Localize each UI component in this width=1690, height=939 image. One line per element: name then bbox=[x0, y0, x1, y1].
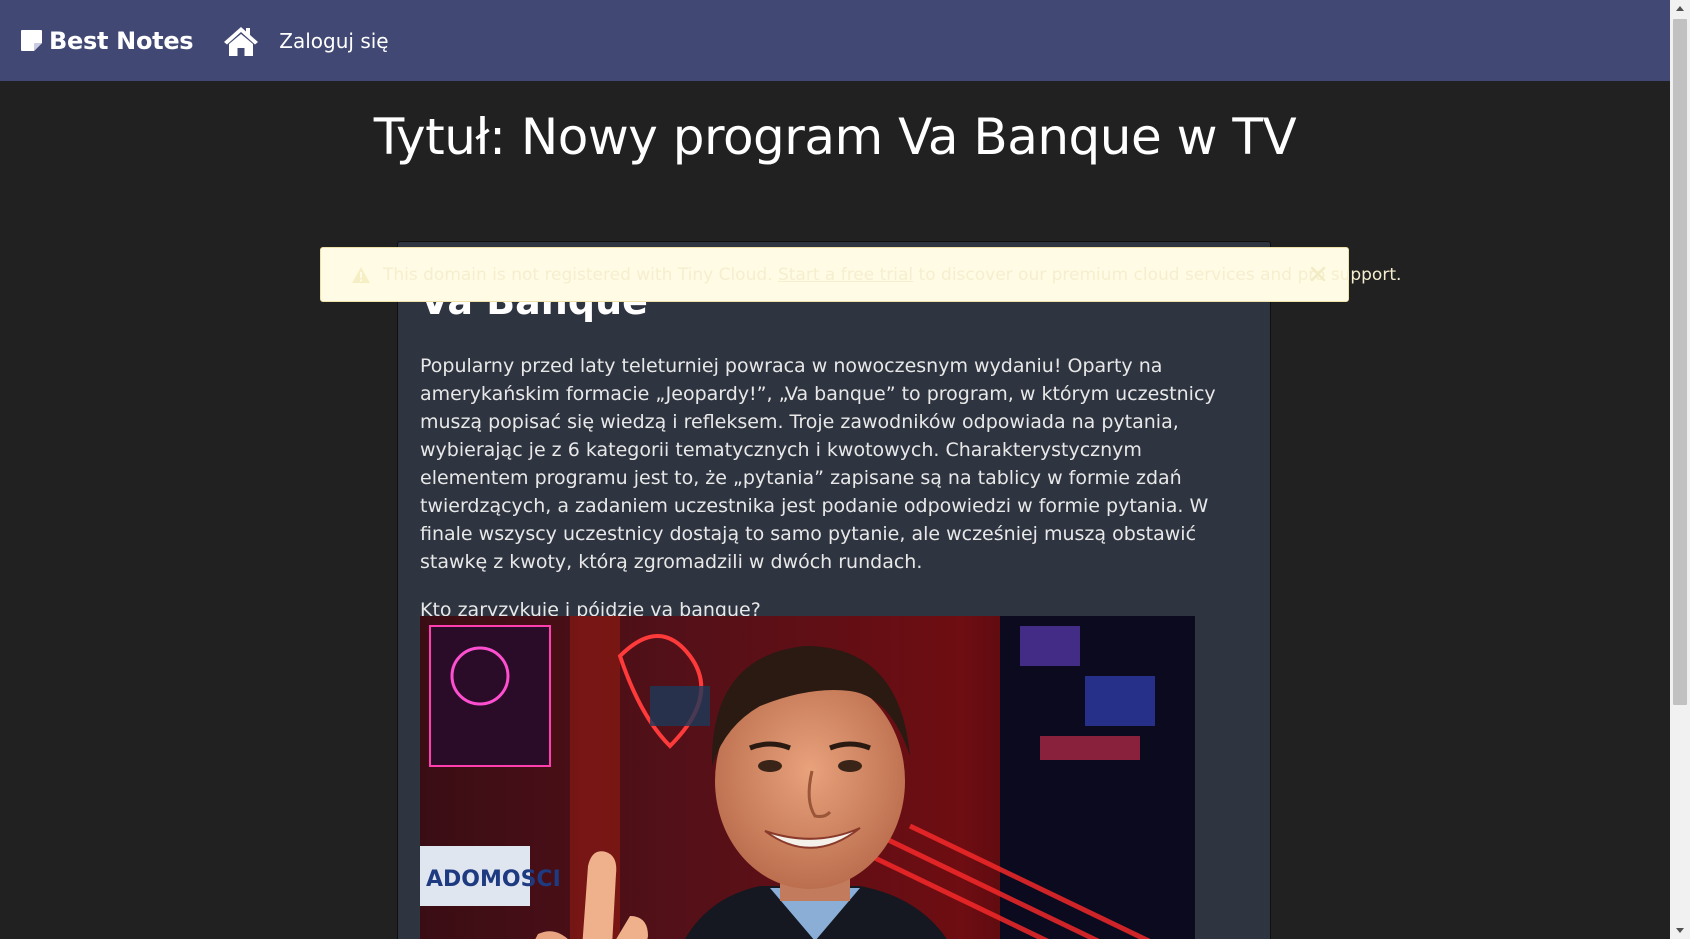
warning-text: This domain is not registered with Tiny … bbox=[383, 265, 1401, 285]
brand-name: Best Notes bbox=[49, 26, 194, 55]
close-icon[interactable] bbox=[1308, 264, 1328, 284]
note-image: ADOMOSCI bbox=[420, 616, 1195, 939]
navbar: Best Notes Zaloguj się bbox=[0, 0, 1670, 81]
page-title: Tytuł: Nowy program Va Banque w TV bbox=[373, 108, 1297, 166]
page: Best Notes Zaloguj się Tytuł: Nowy progr… bbox=[0, 0, 1690, 939]
tiny-cloud-warning-banner: This domain is not registered with Tiny … bbox=[320, 247, 1401, 302]
warning-triangle-icon bbox=[351, 266, 371, 284]
scrollbar[interactable] bbox=[1670, 0, 1690, 939]
scrollbar-thumb[interactable] bbox=[1673, 19, 1687, 705]
home-link[interactable] bbox=[223, 25, 259, 57]
scroll-up-arrow-icon[interactable] bbox=[1670, 0, 1690, 17]
scroll-down-arrow-icon[interactable] bbox=[1670, 922, 1690, 939]
note-card: Va Banque Popularny przed laty teleturni… bbox=[397, 241, 1271, 939]
brand-link[interactable]: Best Notes bbox=[20, 26, 194, 55]
image-text-overlay: ADOMOSCI bbox=[426, 867, 561, 892]
note-body: Popularny przed laty teleturniej powraca… bbox=[420, 352, 1250, 644]
login-link[interactable]: Zaloguj się bbox=[279, 29, 388, 53]
note-paragraph: Popularny przed laty teleturniej powraca… bbox=[420, 355, 1216, 573]
sticky-note-icon bbox=[20, 29, 43, 52]
warning-text-after: to discover our premium cloud services a… bbox=[913, 264, 1402, 285]
warning-text-before: This domain is not registered with Tiny … bbox=[383, 264, 778, 285]
home-icon bbox=[223, 25, 259, 57]
free-trial-link[interactable]: Start a free trial bbox=[778, 265, 913, 285]
